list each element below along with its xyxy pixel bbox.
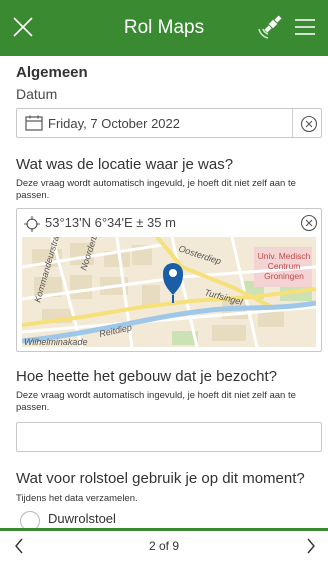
geopoint-field[interactable]: 53°13'N 6°34'E ± 35 m Oosterdiep Turfsin… [16, 208, 322, 352]
gps-satellite-icon[interactable] [256, 13, 284, 41]
clear-date-icon[interactable] [300, 115, 318, 138]
location-question-hint: Deze vraag wordt automatisch ingevuld, j… [16, 178, 296, 201]
map-label-wilhelmina: Wilhelminakade [24, 337, 87, 347]
location-question-label: Wat was de locatie waar je was? [16, 156, 234, 173]
building-question-hint: Deze vraag wordt automatisch ingevuld, j… [16, 390, 296, 413]
building-question-label: Hoe heette het gebouw dat je bezocht? [16, 368, 278, 385]
clear-location-icon[interactable] [300, 214, 318, 237]
wheelchair-question-label: Wat voor rolstoel gebruik je op dit mome… [16, 470, 305, 487]
coordinates-value: 53°13'N 6°34'E ± 35 m [45, 215, 176, 230]
group-title: Algemeen [16, 64, 88, 81]
map-label-umcg-2: Centrum [268, 261, 301, 271]
map-label-umcg-1: Univ. Medisch [258, 251, 311, 261]
hamburger-menu-icon[interactable] [294, 17, 316, 37]
page-indicator: 2 of 9 [148, 539, 180, 553]
radio-duwrolstoel[interactable] [20, 511, 40, 528]
map-label-umcg-3: Groningen [264, 271, 304, 281]
radio-label-duwrolstoel[interactable]: Duwrolstoel [48, 511, 116, 526]
app-header: Rol Maps [0, 0, 328, 56]
location-map[interactable]: Oosterdiep Turfsingel Reitdiep Noorderbi… [22, 237, 316, 347]
date-value: Friday, 7 October 2022 [48, 116, 180, 131]
chevron-right-icon[interactable] [306, 538, 316, 559]
divider [292, 109, 293, 137]
crosshair-icon [24, 216, 40, 237]
calendar-icon [25, 115, 43, 136]
page-navigation: 2 of 9 [0, 528, 328, 561]
form-content[interactable]: Algemeen Datum Friday, 7 October 2022 Wa… [0, 56, 328, 528]
date-label: Datum [16, 86, 58, 102]
date-field[interactable]: Friday, 7 October 2022 [16, 108, 322, 138]
wheelchair-question-hint: Tijdens het data verzamelen. [16, 493, 138, 504]
building-name-input[interactable] [16, 422, 322, 452]
